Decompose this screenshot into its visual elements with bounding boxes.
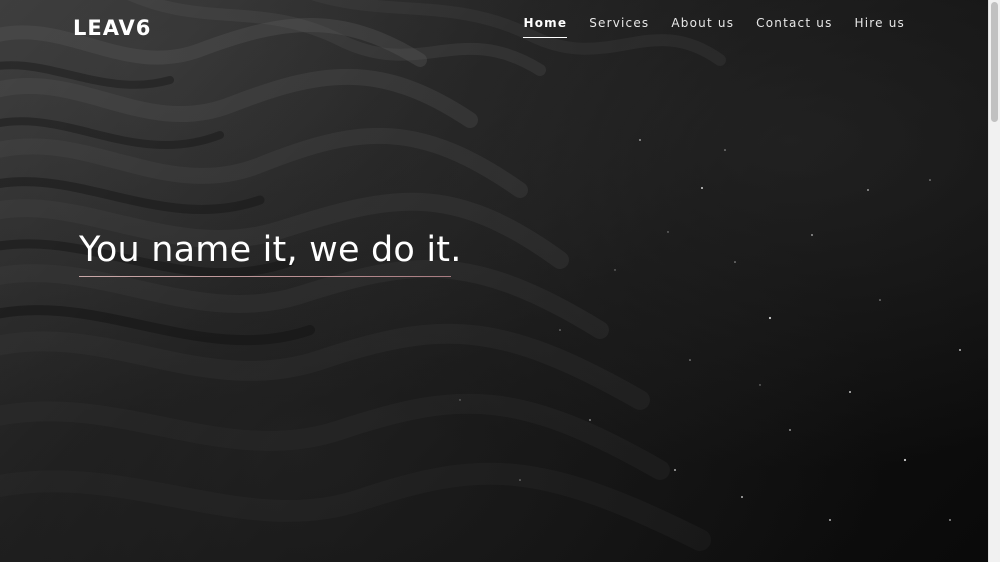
- nav-item-home[interactable]: Home: [523, 16, 567, 38]
- hero-headline-block: You name it, we do it.: [79, 230, 462, 277]
- nav-item-hire-us[interactable]: Hire us: [855, 16, 905, 38]
- brand-logo[interactable]: LEAV6: [73, 16, 151, 40]
- top-navbar: LEAV6 Home Services About us Contact us …: [0, 0, 988, 60]
- headline-underline: [79, 276, 451, 277]
- main-nav: Home Services About us Contact us Hire u…: [501, 16, 905, 38]
- page: LEAV6 Home Services About us Contact us …: [0, 0, 1000, 562]
- sand-texture-background: [0, 0, 961, 551]
- hero-headline: You name it, we do it.: [79, 230, 462, 270]
- nav-item-services[interactable]: Services: [589, 16, 649, 38]
- page-scrollbar[interactable]: [988, 0, 1000, 562]
- nav-item-contact-us[interactable]: Contact us: [756, 16, 832, 38]
- scrollbar-thumb[interactable]: [991, 2, 998, 122]
- nav-item-about-us[interactable]: About us: [671, 16, 734, 38]
- hero-section: LEAV6 Home Services About us Contact us …: [0, 0, 988, 562]
